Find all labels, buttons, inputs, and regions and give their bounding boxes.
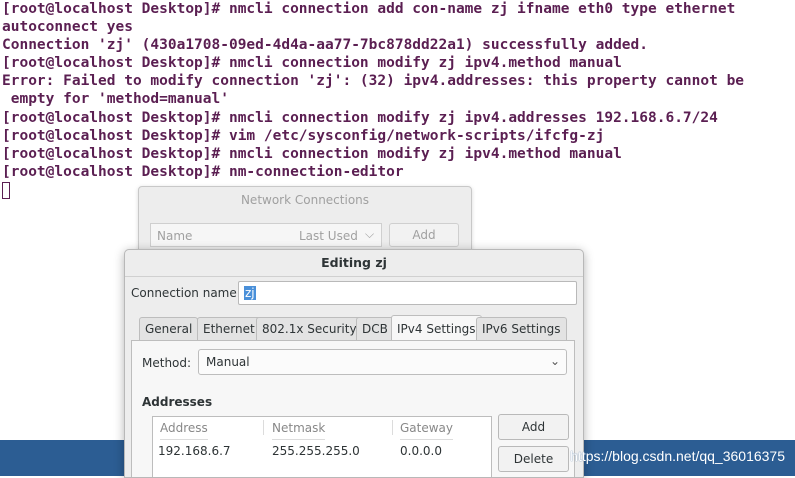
- tab-general[interactable]: General: [139, 317, 199, 340]
- cell-netmask[interactable]: 255.255.255.0: [272, 444, 360, 458]
- window-title: Network Connections: [240, 193, 370, 207]
- add-address-button[interactable]: Add: [498, 414, 569, 440]
- addresses-heading: Addresses: [142, 395, 213, 409]
- connections-list-header[interactable]: Name Last Used ⌵: [150, 223, 382, 247]
- ipv4-settings-panel: Method: Manual ⌄ Addresses Address Netma…: [131, 340, 575, 477]
- tab-dcb[interactable]: DCB: [356, 317, 394, 340]
- terminal-line: [root@localhost Desktop]# nmcli connecti…: [2, 145, 622, 162]
- column-name: Name: [157, 229, 193, 243]
- delete-address-button[interactable]: Delete: [498, 446, 569, 472]
- dialog-title: Editing zj: [125, 250, 583, 277]
- column-divider: [392, 420, 393, 435]
- tab-ipv6-settings[interactable]: IPv6 Settings: [476, 317, 567, 340]
- column-address: Address: [160, 417, 208, 440]
- method-label: Method:: [142, 356, 192, 370]
- connection-name-value: zj: [244, 286, 256, 300]
- column-last-used[interactable]: Last Used: [299, 229, 358, 243]
- column-gateway: Gateway: [400, 417, 454, 440]
- chevron-down-icon: ⌄: [549, 354, 560, 368]
- cell-gateway[interactable]: 0.0.0.0: [400, 444, 442, 458]
- terminal-cursor: [2, 182, 10, 199]
- terminal-line: [root@localhost Desktop]# nmcli connecti…: [2, 1, 736, 17]
- column-netmask: Netmask: [272, 417, 326, 440]
- terminal-line: Connection 'zj' (430a1708-09ed-4d4a-aa77…: [2, 37, 649, 54]
- cell-address[interactable]: 192.168.6.7: [158, 444, 231, 458]
- watermark-url: https://blog.csdn.net/qq_36016375: [570, 448, 785, 464]
- addresses-table[interactable]: Address Netmask Gateway 192.168.6.7 255.…: [152, 416, 492, 477]
- terminal-line: empty for 'method=manual': [2, 91, 229, 108]
- terminal-line: [root@localhost Desktop]# vim /etc/sysco…: [2, 127, 605, 144]
- chevron-down-icon: ⌵: [365, 227, 375, 241]
- connection-name-input[interactable]: zj: [238, 281, 577, 305]
- connection-name-label: Connection name:: [131, 286, 241, 300]
- editing-dialog: Editing zj Connection name: zj General E…: [124, 249, 584, 478]
- tab-8021x-security[interactable]: 802.1x Security: [256, 317, 363, 340]
- terminal-line: [root@localhost Desktop]# nm-connection-…: [2, 163, 404, 180]
- add-connection-button[interactable]: Add: [389, 223, 459, 247]
- terminal-line: [root@localhost Desktop]# nmcli connecti…: [2, 55, 622, 72]
- tab-ethernet[interactable]: Ethernet: [197, 317, 261, 340]
- tab-ipv4-settings[interactable]: IPv4 Settings: [391, 315, 482, 340]
- terminal-line: Error: Failed to modify connection 'zj':…: [2, 73, 745, 90]
- method-value: Manual: [206, 355, 250, 369]
- method-select[interactable]: Manual ⌄: [198, 349, 567, 375]
- terminal-line: [root@localhost Desktop]# nmcli connecti…: [2, 109, 718, 126]
- terminal-line: autoconnect yes: [2, 19, 133, 36]
- column-divider: [263, 420, 264, 435]
